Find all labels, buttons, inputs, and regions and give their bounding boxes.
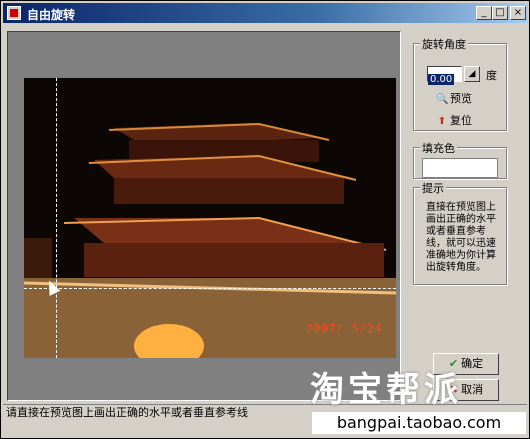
angle-unit-label: 度 <box>486 69 497 82</box>
maximize-button[interactable]: □ <box>492 6 508 20</box>
preview-area[interactable]: 2007/ 5/24 <box>7 31 401 401</box>
magnifier-icon: 🔍 <box>436 94 449 105</box>
rotate-angle-group: 旋转角度 0.00 ◢ 度 🔍 预览 ⬆ 复位 <box>413 36 507 131</box>
photo-date-stamp: 2007/ 5/24 <box>306 322 383 335</box>
angle-value: 0.00 <box>428 74 455 85</box>
photo-drawing <box>24 78 396 358</box>
vertical-guide-line <box>56 78 57 358</box>
preview-button[interactable]: 🔍 预览 <box>436 90 472 108</box>
fill-color-label: 填充色 <box>420 140 457 156</box>
fill-color-group: 填充色 <box>413 140 507 179</box>
preview-button-label: 预览 <box>450 92 472 105</box>
watermark-url: bangpai.taobao.com <box>312 412 526 434</box>
hint-group: 提示 直接在预览图上画出正确的水平或者垂直参考线，就可以迅速准确地为你计算出旋转… <box>413 180 507 285</box>
minimize-button[interactable]: _ <box>476 6 492 20</box>
window-title: 自由旋转 <box>27 8 76 22</box>
preview-image[interactable]: 2007/ 5/24 <box>24 78 396 358</box>
watermark-logo: 淘宝帮派 <box>310 370 462 410</box>
reset-button-label: 复位 <box>450 114 472 127</box>
hint-text: 直接在预览图上画出正确的水平或者垂直参考线，就可以迅速准确地为你计算出旋转角度。 <box>426 202 496 273</box>
hint-label: 提示 <box>420 180 446 196</box>
rotate-angle-label: 旋转角度 <box>420 36 468 52</box>
title-bar[interactable]: 自由旋转 _ □ × <box>3 3 528 23</box>
horizontal-guide-line <box>24 288 396 289</box>
angle-input[interactable]: 0.00 <box>427 66 462 85</box>
reset-button[interactable]: ⬆ 复位 <box>436 112 472 130</box>
fill-color-swatch[interactable] <box>422 158 498 178</box>
app-icon <box>7 6 21 20</box>
close-button[interactable]: × <box>510 6 526 20</box>
angle-picker-button[interactable]: ◢ <box>464 66 480 82</box>
up-arrow-icon: ⬆ <box>437 116 447 127</box>
